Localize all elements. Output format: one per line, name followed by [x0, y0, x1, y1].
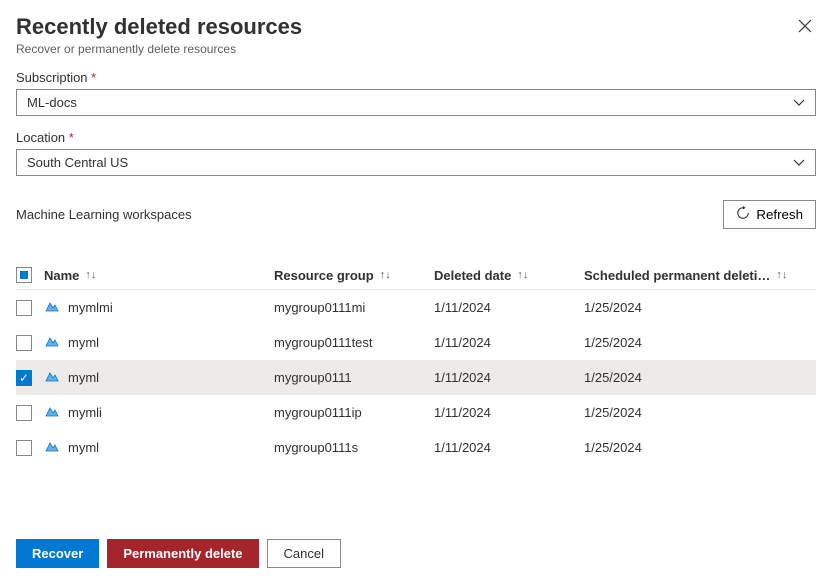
row-scheduled-deletion: 1/25/2024: [584, 335, 816, 350]
row-name: mymlmi: [68, 300, 113, 315]
table-row[interactable]: myml mygroup0111test1/11/20241/25/2024: [16, 325, 816, 360]
row-deleted-date: 1/11/2024: [434, 300, 584, 315]
row-checkbox[interactable]: [16, 440, 32, 456]
column-header-resource-group[interactable]: Resource group ↑↓: [274, 268, 434, 283]
required-indicator: *: [91, 70, 96, 85]
row-deleted-date: 1/11/2024: [434, 335, 584, 350]
location-label: Location: [16, 130, 65, 145]
row-resource-group: mygroup0111mi: [274, 300, 434, 315]
table-row[interactable]: ✓ myml mygroup01111/11/20241/25/2024: [16, 360, 816, 395]
row-resource-group: mygroup0111: [274, 370, 434, 385]
sort-icon: ↑↓: [85, 269, 96, 281]
sort-icon: ↑↓: [380, 269, 391, 281]
row-name: myml: [68, 440, 99, 455]
ml-workspace-icon: [44, 333, 60, 352]
row-checkbox[interactable]: ✓: [16, 370, 32, 386]
refresh-icon: [736, 206, 750, 223]
row-resource-group: mygroup0111ip: [274, 405, 434, 420]
cancel-button[interactable]: Cancel: [267, 539, 341, 568]
permanently-delete-button[interactable]: Permanently delete: [107, 539, 258, 568]
column-header-name[interactable]: Name ↑↓: [44, 268, 274, 283]
row-deleted-date: 1/11/2024: [434, 370, 584, 385]
row-scheduled-deletion: 1/25/2024: [584, 300, 816, 315]
row-resource-group: mygroup0111test: [274, 335, 434, 350]
panel-title: Recently deleted resources: [16, 14, 302, 40]
row-name: myml: [68, 335, 99, 350]
table-row[interactable]: mymli mygroup0111ip1/11/20241/25/2024: [16, 395, 816, 430]
ml-workspace-icon: [44, 298, 60, 317]
workspaces-table: Name ↑↓ Resource group ↑↓ Deleted date ↑…: [16, 261, 816, 465]
ml-workspace-icon: [44, 438, 60, 457]
recover-button[interactable]: Recover: [16, 539, 99, 568]
row-name: mymli: [68, 405, 102, 420]
row-deleted-date: 1/11/2024: [434, 405, 584, 420]
location-value: South Central US: [27, 155, 128, 170]
row-scheduled-deletion: 1/25/2024: [584, 405, 816, 420]
select-all-checkbox[interactable]: [16, 267, 32, 283]
required-indicator: *: [69, 130, 74, 145]
row-name: myml: [68, 370, 99, 385]
close-icon[interactable]: [794, 14, 816, 40]
location-select[interactable]: South Central US: [16, 149, 816, 176]
chevron-down-icon: [793, 156, 805, 170]
refresh-button[interactable]: Refresh: [723, 200, 816, 229]
row-checkbox[interactable]: [16, 300, 32, 316]
section-label: Machine Learning workspaces: [16, 207, 192, 222]
row-checkbox[interactable]: [16, 335, 32, 351]
row-resource-group: mygroup0111s: [274, 440, 434, 455]
column-header-scheduled-deletion[interactable]: Scheduled permanent deleti… ↑↓: [584, 268, 816, 283]
subscription-label: Subscription: [16, 70, 88, 85]
subscription-value: ML-docs: [27, 95, 77, 110]
row-scheduled-deletion: 1/25/2024: [584, 440, 816, 455]
ml-workspace-icon: [44, 368, 60, 387]
row-deleted-date: 1/11/2024: [434, 440, 584, 455]
sort-icon: ↑↓: [776, 269, 787, 281]
chevron-down-icon: [793, 96, 805, 110]
sort-icon: ↑↓: [517, 269, 528, 281]
refresh-label: Refresh: [756, 207, 803, 222]
table-row[interactable]: mymlmi mygroup0111mi1/11/20241/25/2024: [16, 290, 816, 325]
ml-workspace-icon: [44, 403, 60, 422]
panel-subtitle: Recover or permanently delete resources: [16, 42, 302, 56]
subscription-select[interactable]: ML-docs: [16, 89, 816, 116]
row-scheduled-deletion: 1/25/2024: [584, 370, 816, 385]
column-header-deleted-date[interactable]: Deleted date ↑↓: [434, 268, 584, 283]
row-checkbox[interactable]: [16, 405, 32, 421]
table-row[interactable]: myml mygroup0111s1/11/20241/25/2024: [16, 430, 816, 465]
